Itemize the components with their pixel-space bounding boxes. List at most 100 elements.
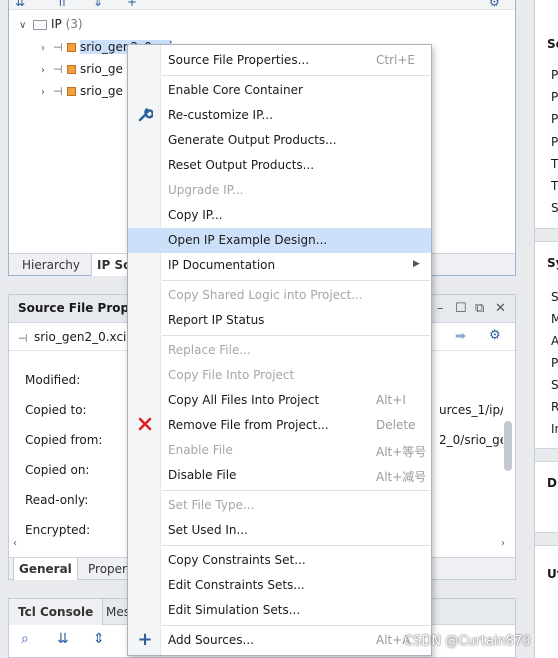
menu-item-copy-shared-logic: Copy Shared Logic into Project... bbox=[128, 283, 431, 308]
menu-item-label: Report IP Status bbox=[168, 313, 265, 327]
tree-root-ip[interactable]: ∨ IP (3) bbox=[19, 14, 83, 34]
menu-item-copy-constraints-set[interactable]: Copy Constraints Set... bbox=[128, 548, 431, 573]
row-label: S bbox=[551, 290, 558, 304]
menu-item-report-ip-status[interactable]: Report IP Status bbox=[128, 308, 431, 333]
watermark: CSDN @Curtain870 bbox=[404, 634, 531, 649]
row-label: P bbox=[551, 68, 558, 82]
row-label: M bbox=[551, 312, 558, 326]
menu-item-shortcut: Delete bbox=[376, 418, 416, 432]
expand-all-icon[interactable]: ⇈ bbox=[57, 0, 67, 9]
properties-file-name: srio_gen2_0.xci bbox=[34, 330, 127, 344]
menu-item-label: Generate Output Products... bbox=[168, 133, 337, 147]
chevron-right-icon[interactable]: › bbox=[41, 83, 53, 103]
search-icon[interactable]: ⌕ bbox=[21, 631, 29, 647]
menu-item-copy-file-into-project: Copy File Into Project bbox=[128, 363, 431, 388]
sort-icon[interactable]: ⇕ bbox=[93, 631, 105, 647]
forward-arrow-icon[interactable]: ➡ bbox=[455, 329, 466, 344]
prop-value: urces_1/ip/sr bbox=[439, 403, 503, 417]
tab-tcl-console[interactable]: Tcl Console bbox=[9, 599, 104, 625]
menu-item-add-sources[interactable]: + Add Sources... Alt+A bbox=[128, 628, 431, 653]
menu-item-edit-constraints-sets[interactable]: Edit Constraints Sets... bbox=[128, 573, 431, 598]
tree-item-label[interactable]: srio_ge bbox=[80, 62, 123, 76]
chevron-right-icon[interactable]: › bbox=[501, 538, 505, 549]
menu-item-label: Copy File Into Project bbox=[168, 368, 295, 382]
gear-icon[interactable]: ⚙ bbox=[489, 0, 500, 9]
menu-item-re-customize-ip[interactable]: Re-customize IP... bbox=[128, 103, 431, 128]
menu-item-set-file-type: Set File Type... bbox=[128, 493, 431, 518]
menu-item-label: Reset Output Products... bbox=[168, 158, 315, 172]
tab-general[interactable]: General bbox=[13, 558, 78, 580]
row-label: S bbox=[551, 201, 558, 215]
prop-label: Copied from: bbox=[25, 433, 103, 447]
section-header: Ut bbox=[547, 567, 558, 581]
chevron-right-icon[interactable]: › bbox=[41, 39, 53, 59]
ip-core-icon bbox=[67, 43, 76, 52]
chevron-down-icon[interactable]: ∨ bbox=[19, 16, 31, 36]
prop-label: Copied to: bbox=[25, 403, 87, 417]
scroll-thumb[interactable] bbox=[504, 421, 512, 471]
file-icon: ⊣ bbox=[18, 332, 28, 345]
add-icon[interactable]: + bbox=[127, 0, 137, 9]
menu-item-copy-ip[interactable]: Copy IP... bbox=[128, 203, 431, 228]
menu-item-reset-output-products[interactable]: Reset Output Products... bbox=[128, 153, 431, 178]
menu-item-label: Source File Properties... bbox=[168, 53, 310, 67]
gear-icon[interactable]: ⚙ bbox=[489, 328, 501, 343]
row-label: S bbox=[551, 378, 558, 392]
menu-item-open-ip-example-design[interactable]: Open IP Example Design... bbox=[128, 228, 431, 253]
collapse-all-icon[interactable]: ⇊ bbox=[57, 631, 69, 647]
submenu-arrow-icon: ▶ bbox=[413, 259, 420, 269]
minimize-icon[interactable]: – bbox=[437, 301, 444, 316]
tab-hierarchy[interactable]: Hierarchy bbox=[17, 254, 85, 276]
menu-item-ip-documentation[interactable]: IP Documentation ▶ bbox=[128, 253, 431, 278]
ip-plug-icon: ⊣ bbox=[53, 85, 63, 98]
plus-icon: + bbox=[137, 629, 153, 650]
menu-item-enable-core-container[interactable]: Enable Core Container bbox=[128, 78, 431, 103]
section-header: Sy bbox=[547, 256, 558, 270]
section-header: Se bbox=[547, 37, 558, 51]
menu-item-edit-simulation-sets[interactable]: Edit Simulation Sets... bbox=[128, 598, 431, 623]
menu-item-label: Edit Constraints Sets... bbox=[168, 578, 305, 592]
folder-icon bbox=[33, 19, 47, 30]
menu-item-label: Enable Core Container bbox=[168, 83, 303, 97]
menu-item-label: Set File Type... bbox=[168, 498, 255, 512]
maximize-icon[interactable]: ☐ bbox=[455, 301, 467, 316]
float-icon[interactable]: ⧉ bbox=[475, 301, 484, 316]
prop-label: Read-only: bbox=[25, 493, 89, 507]
menu-item-remove-file-from-project[interactable]: Remove File from Project... Delete bbox=[128, 413, 431, 438]
menu-item-label: Upgrade IP... bbox=[168, 183, 244, 197]
tree-root-count: (3) bbox=[65, 17, 83, 31]
menu-item-shortcut: Alt+I bbox=[376, 393, 406, 407]
tree-item[interactable]: › ⊣ srio_ge bbox=[41, 81, 123, 101]
tree-root-label: IP bbox=[51, 17, 62, 31]
menu-item-label: Copy IP... bbox=[168, 208, 223, 222]
menu-item-disable-file[interactable]: Disable File Alt+减号 bbox=[128, 463, 431, 488]
chevron-right-icon[interactable]: › bbox=[41, 61, 53, 81]
menu-item-label: Copy All Files Into Project bbox=[168, 393, 320, 407]
chevron-left-icon[interactable]: ‹ bbox=[13, 538, 17, 549]
menu-separator bbox=[162, 335, 430, 336]
tree-item-label[interactable]: srio_ge bbox=[80, 84, 123, 98]
vertical-scrollbar[interactable] bbox=[503, 361, 513, 541]
menu-item-shortcut: Alt+减号 bbox=[376, 470, 427, 484]
menu-item-generate-output-products[interactable]: Generate Output Products... bbox=[128, 128, 431, 153]
ip-plug-icon: ⊣ bbox=[53, 63, 63, 76]
separator bbox=[535, 448, 558, 462]
menu-item-source-file-properties[interactable]: Source File Properties... Ctrl+E bbox=[128, 48, 431, 73]
close-icon[interactable]: ✕ bbox=[495, 301, 506, 316]
menu-item-set-used-in[interactable]: Set Used In... bbox=[128, 518, 431, 543]
menu-item-copy-all-files-into-project[interactable]: Copy All Files Into Project Alt+I bbox=[128, 388, 431, 413]
project-summary-pane: Se P P P P T T S Sy S M A P S R In DI Ut bbox=[534, 0, 558, 658]
tree-item[interactable]: › ⊣ srio_ge bbox=[41, 59, 123, 79]
row-label: A bbox=[551, 334, 558, 348]
menu-item-label: Replace File... bbox=[168, 343, 251, 357]
menu-separator bbox=[162, 490, 430, 491]
menu-item-label: Remove File from Project... bbox=[168, 418, 329, 432]
collapse-all-icon[interactable]: ⇊ bbox=[15, 0, 25, 9]
separator bbox=[535, 532, 558, 546]
row-label: P bbox=[551, 356, 558, 370]
ip-core-icon bbox=[67, 87, 76, 96]
sort-icon[interactable]: ⇕ bbox=[93, 0, 103, 9]
context-menu: Source File Properties... Ctrl+E Enable … bbox=[127, 44, 432, 656]
red-x-icon bbox=[137, 416, 153, 434]
menu-item-enable-file: Enable File Alt+等号 bbox=[128, 438, 431, 463]
